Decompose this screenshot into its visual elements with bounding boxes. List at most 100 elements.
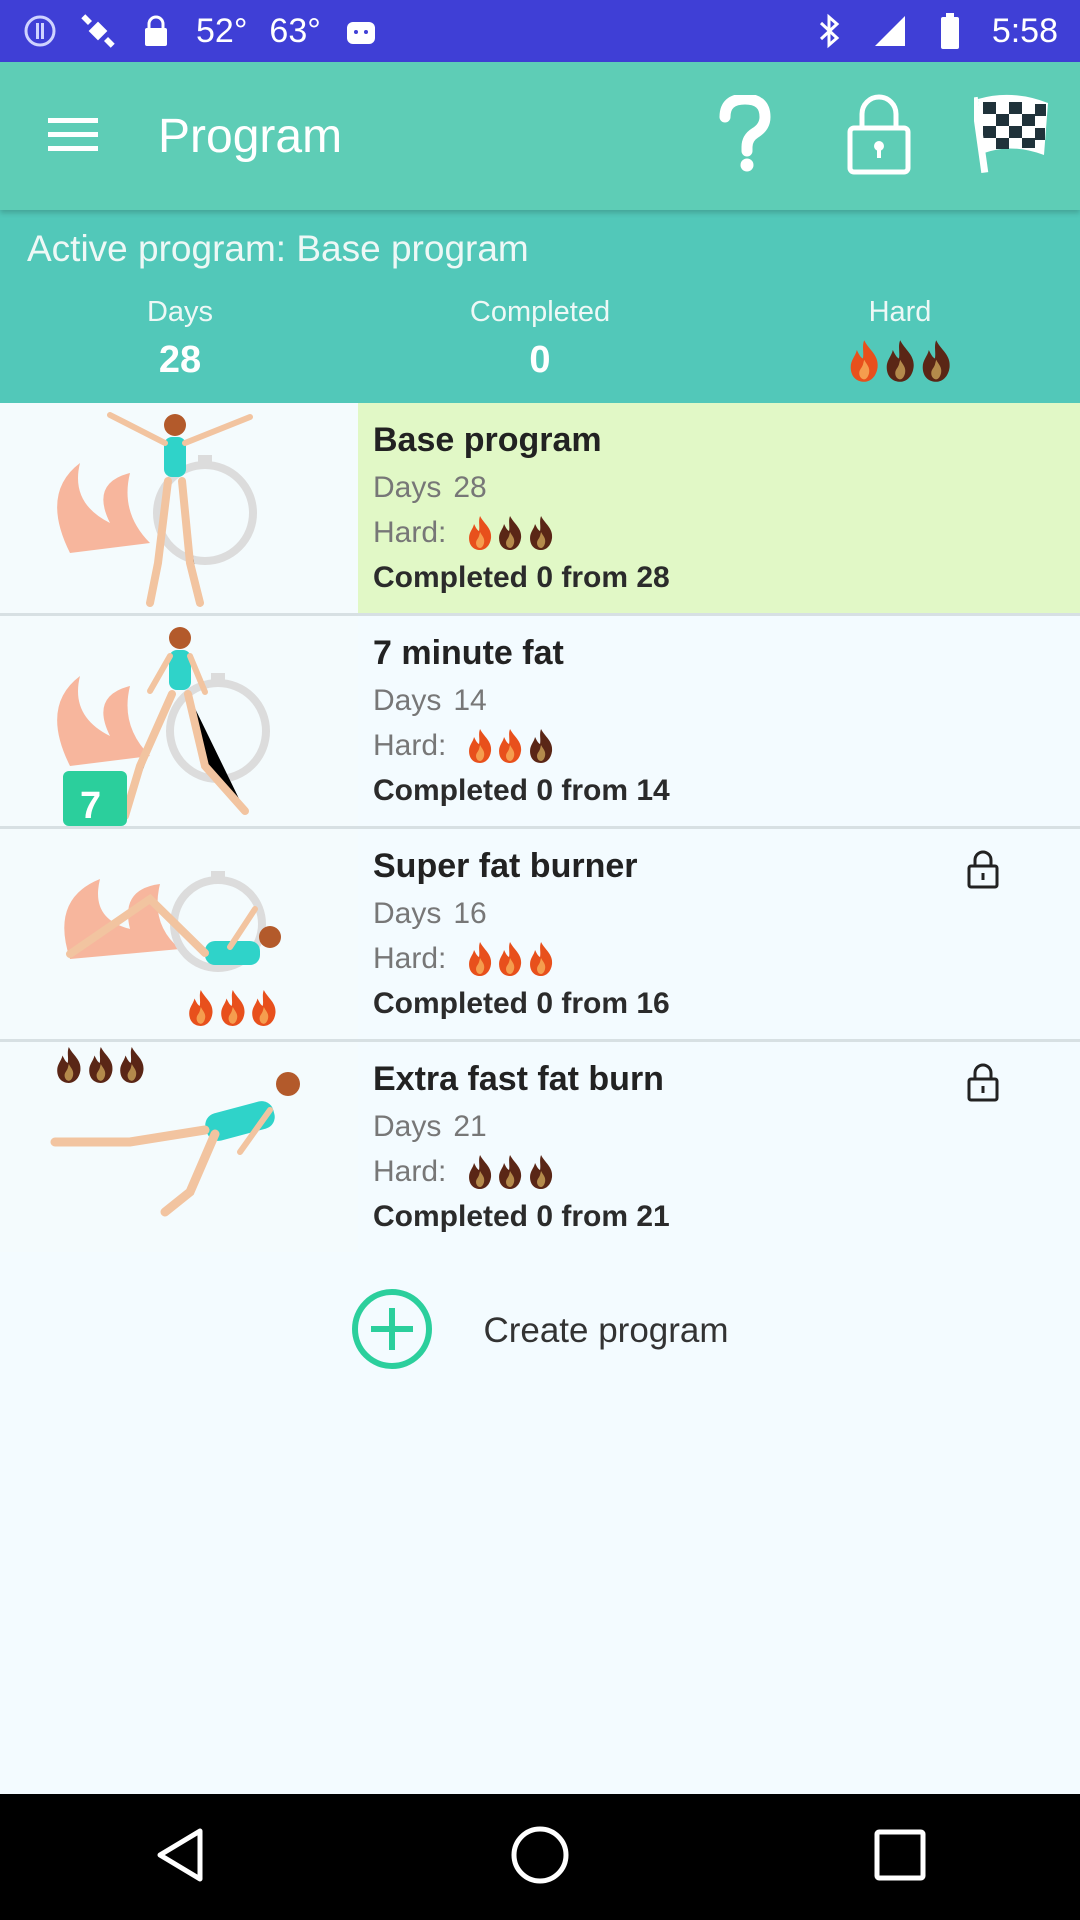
battery-icon: [932, 13, 968, 49]
hard-label: Hard:: [373, 515, 447, 549]
flame-rating: [466, 1154, 554, 1190]
days-label: Days: [373, 896, 442, 930]
android-icon: [343, 13, 379, 49]
program-thumbnail: [0, 829, 358, 1039]
days-value: 14: [453, 683, 487, 717]
flame-icon: [54, 1046, 84, 1084]
program-title: 7 minute fat: [373, 634, 564, 672]
days-value: 28: [453, 470, 487, 504]
flame-icon: [527, 728, 555, 764]
flame-icon: [466, 1154, 494, 1190]
create-program-button[interactable]: Create program: [0, 1288, 1080, 1375]
flame-icon: [527, 515, 555, 551]
flame-icon: [249, 989, 279, 1027]
program-days: Days 21: [373, 1104, 1080, 1149]
help-button[interactable]: [678, 62, 812, 210]
program-thumbnail: [0, 403, 358, 613]
create-program-label: Create program: [483, 1311, 729, 1350]
flame-icon: [847, 339, 881, 383]
checkered-flag-icon: [970, 93, 1052, 180]
completed-label: Completed: [469, 296, 611, 328]
program-row-7-minute-fat[interactable]: 7 7 minute fat Days 14 Hard: Completed 0…: [0, 616, 1080, 829]
temperature-2: 63°: [269, 11, 321, 50]
flame-icon: [186, 989, 216, 1027]
hard-label: Hard:: [373, 941, 447, 975]
program-hard: Hard:: [373, 1149, 1080, 1194]
summary-completed: Completed 0: [410, 296, 670, 382]
active-program-label: Active program: Base program: [27, 228, 529, 269]
status-bar: 52° 63° 5:58: [0, 0, 1080, 62]
program-thumbnail: 7: [0, 616, 358, 827]
program-completed: Completed 0 from 14: [373, 774, 670, 807]
program-title: Base program: [373, 421, 602, 459]
satellite-icon: [80, 13, 116, 49]
program-info: 7 minute fat Days 14 Hard: Completed 0 f…: [358, 616, 1080, 826]
hard-rating: [770, 339, 1030, 393]
thumbnail-flames: [186, 989, 279, 1027]
locked-icon: [966, 849, 1000, 894]
program-row-super-fat-burner[interactable]: Super fat burner Days 16 Hard: Completed…: [0, 829, 1080, 1042]
flame-icon: [466, 515, 494, 551]
back-button[interactable]: [120, 1797, 240, 1917]
program-completed: Completed 0 from 28: [373, 561, 670, 594]
flame-rating: [466, 515, 554, 551]
page-title: Program: [158, 109, 343, 163]
active-program-summary: Active program: Base program Days 28 Com…: [0, 210, 1080, 403]
program-hard: Hard:: [373, 723, 1080, 768]
unlock-button[interactable]: [812, 62, 946, 210]
flame-icon: [496, 515, 524, 551]
hard-label: Hard:: [373, 728, 447, 762]
menu-icon: [48, 116, 98, 157]
days-label: Days: [373, 683, 442, 717]
program-days: Days 14: [373, 678, 1080, 723]
flame-rating: [466, 941, 554, 977]
flame-icon: [496, 728, 524, 764]
hard-label: Hard:: [373, 1154, 447, 1188]
thumbnail-flames: [54, 1046, 147, 1084]
flame-icon: [86, 1046, 116, 1084]
finish-button[interactable]: [946, 62, 1080, 210]
days-label: Days: [146, 296, 214, 328]
system-nav-bar: [0, 1794, 1080, 1920]
program-list: Base program Days 28 Hard: Completed 0 f…: [0, 403, 1080, 1255]
program-days: Days 16: [373, 891, 1080, 936]
days-value: 28: [158, 339, 202, 381]
home-button[interactable]: [480, 1797, 600, 1917]
program-completed: Completed 0 from 16: [373, 987, 670, 1020]
program-info: Base program Days 28 Hard: Completed 0 f…: [358, 403, 1080, 613]
menu-button[interactable]: [0, 62, 146, 210]
recents-icon: [874, 1829, 926, 1886]
program-days: Days 28: [373, 465, 1080, 510]
flame-icon: [527, 1154, 555, 1190]
flame-icon: [919, 339, 953, 383]
program-completed: Completed 0 from 21: [373, 1200, 670, 1233]
flame-icon: [527, 941, 555, 977]
summary-hard: Hard: [770, 296, 1030, 393]
days-value: 16: [453, 896, 487, 930]
program-badge: 7: [80, 785, 101, 826]
temperature-1: 52°: [196, 11, 248, 50]
program-row-extra-fast-fat-burn[interactable]: Extra fast fat burn Days 21 Hard: Comple…: [0, 1042, 1080, 1255]
lock-status-icon: [138, 13, 174, 49]
bluetooth-icon: [812, 13, 848, 49]
recents-button[interactable]: [840, 1797, 960, 1917]
flame-icon: [883, 339, 917, 383]
locked-icon: [966, 1062, 1000, 1107]
info-icon: [22, 13, 58, 49]
flame-rating: [847, 339, 954, 383]
flame-icon: [117, 1046, 147, 1084]
program-row-base[interactable]: Base program Days 28 Hard: Completed 0 f…: [0, 403, 1080, 616]
flame-icon: [496, 1154, 524, 1190]
flame-icon: [218, 989, 248, 1027]
clock: 5:58: [991, 11, 1058, 50]
home-icon: [510, 1825, 570, 1890]
flame-rating: [466, 728, 554, 764]
app-bar: Program: [0, 62, 1080, 210]
days-label: Days: [373, 470, 442, 504]
program-hard: Hard:: [373, 936, 1080, 981]
hard-label: Hard: [868, 296, 932, 328]
flame-icon: [496, 941, 524, 977]
days-label: Days: [373, 1109, 442, 1143]
add-circle-icon: [351, 1288, 433, 1375]
help-icon: [717, 92, 773, 178]
